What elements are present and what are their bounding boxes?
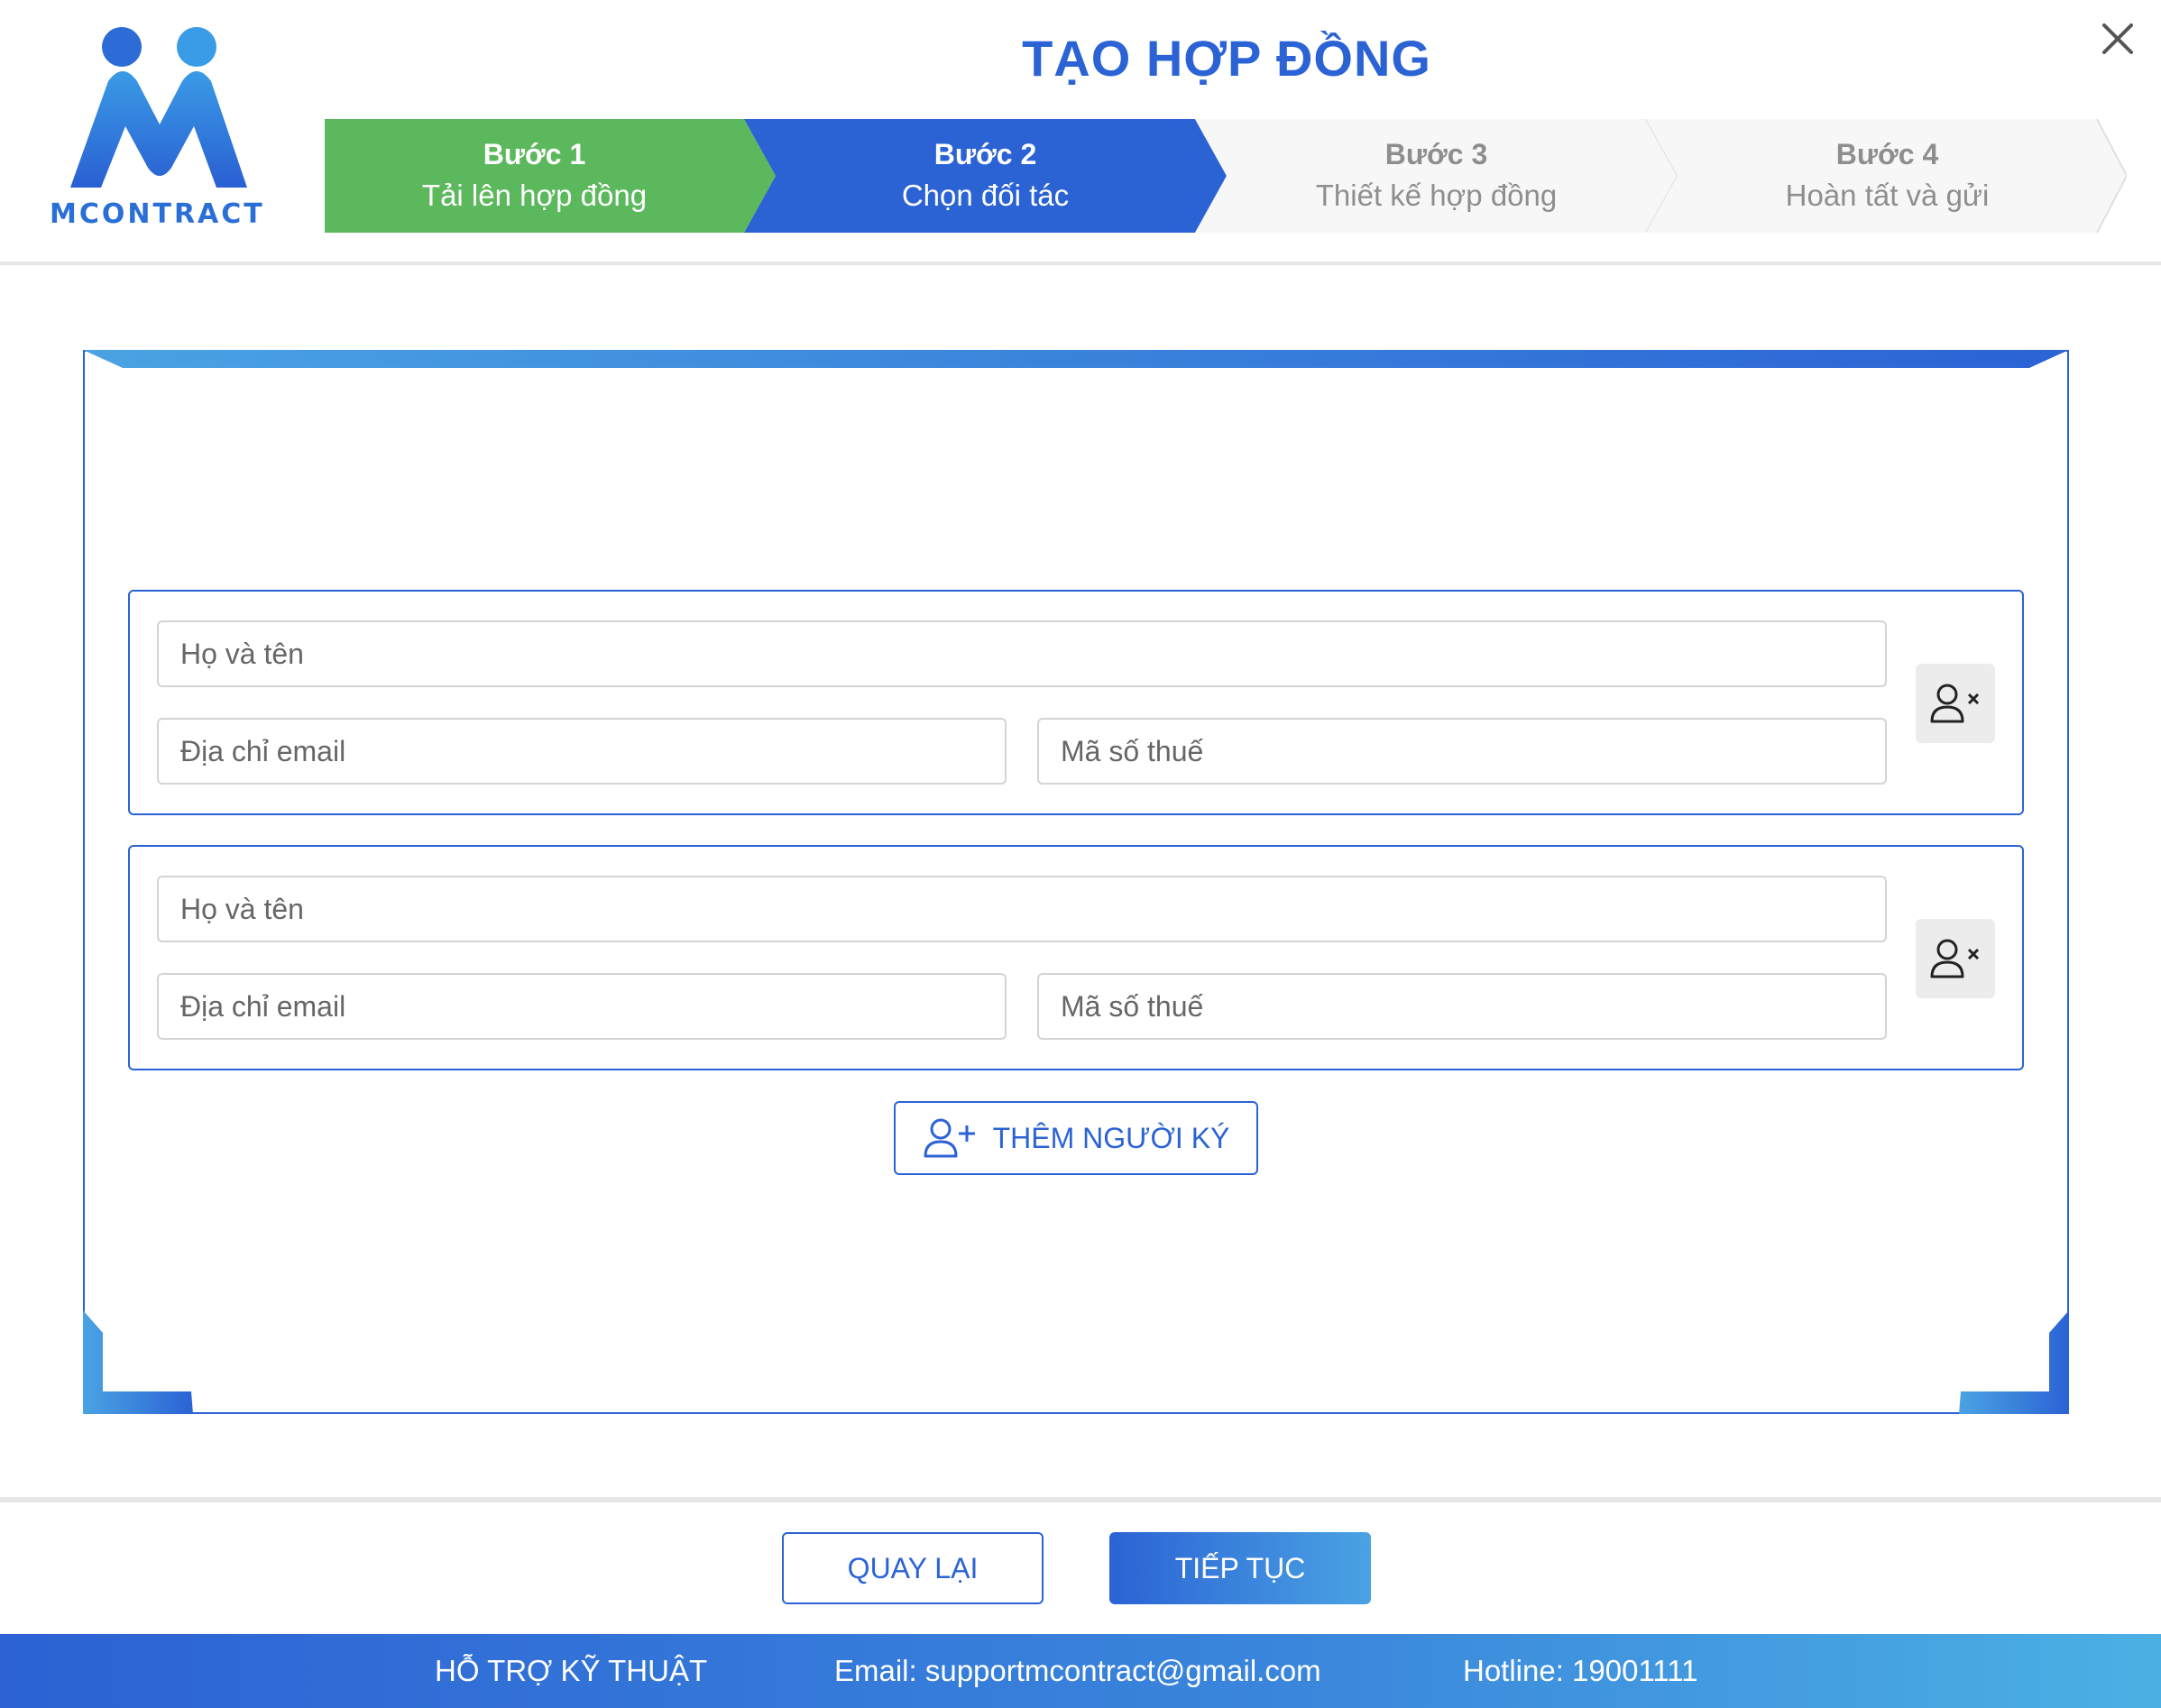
header: MCONTRACT TẠO HỢP ĐỒNG Bước 1 Tải lên hợ… [0, 0, 2161, 265]
stepper: Bước 1 Tải lên hợp đồng Bước 2 Chọn đối … [325, 119, 2127, 233]
signer-2-remove-button[interactable] [1916, 919, 1995, 998]
signer-2-name-input[interactable] [157, 876, 1887, 942]
footer: HỖ TRỢ KỸ THUẬT Email: supportmcontract@… [0, 1634, 2161, 1708]
step-3-label: Bước 3 [1384, 138, 1488, 170]
signer-1-name-input[interactable] [157, 620, 1887, 687]
next-button[interactable]: TIẾP TỤC [1109, 1532, 1371, 1604]
signer-block-1 [128, 590, 2024, 815]
add-signer-label: THÊM NGƯỜI KÝ [992, 1121, 1230, 1154]
close-icon[interactable] [2097, 18, 2138, 60]
step-3-description: Thiết kế hợp đồng [1315, 179, 1558, 212]
signer-2-email-input[interactable] [157, 973, 1007, 1040]
user-add-icon [924, 1118, 975, 1158]
signer-1-tax-input[interactable] [1037, 718, 1887, 785]
signer-2-tax-input[interactable] [1037, 973, 1887, 1040]
add-signer-button[interactable]: THÊM NGƯỜI KÝ [894, 1101, 1258, 1175]
footer-hotline[interactable]: Hotline: 19001111 [1463, 1634, 1698, 1708]
step-3[interactable]: Bước 3 Thiết kế hợp đồng [1227, 119, 1646, 233]
bottom-divider [0, 1497, 2161, 1502]
step-2-label: Bước 2 [933, 138, 1037, 170]
step-2[interactable]: Bước 2 Chọn đối tác [776, 119, 1195, 233]
back-button[interactable]: QUAY LẠI [782, 1532, 1044, 1604]
user-remove-icon [1930, 939, 1980, 978]
step-4-label: Bước 4 [1835, 138, 1939, 170]
logo-text: MCONTRACT [50, 198, 265, 230]
page-title: TẠO HỢP ĐỒNG [1022, 30, 1431, 87]
signer-1-remove-button[interactable] [1916, 664, 1995, 743]
step-1-label: Bước 1 [483, 138, 586, 170]
footer-support-label: HỖ TRỢ KỸ THUẬT [435, 1654, 708, 1687]
step-4[interactable]: Bước 4 Hoàn tất và gửi [1678, 119, 2097, 233]
step-2-description: Chọn đối tác [901, 179, 1070, 212]
step-1[interactable]: Bước 1 Tải lên hợp đồng [325, 119, 744, 233]
step-1-description: Tải lên hợp đồng [421, 179, 648, 212]
signer-1-email-input[interactable] [157, 718, 1007, 785]
signer-block-2 [128, 845, 2024, 1070]
step-4-description: Hoàn tất và gửi [1785, 179, 1990, 212]
footer-email[interactable]: Email: supportmcontract@gmail.com [834, 1634, 1321, 1708]
user-remove-icon [1930, 684, 1980, 723]
